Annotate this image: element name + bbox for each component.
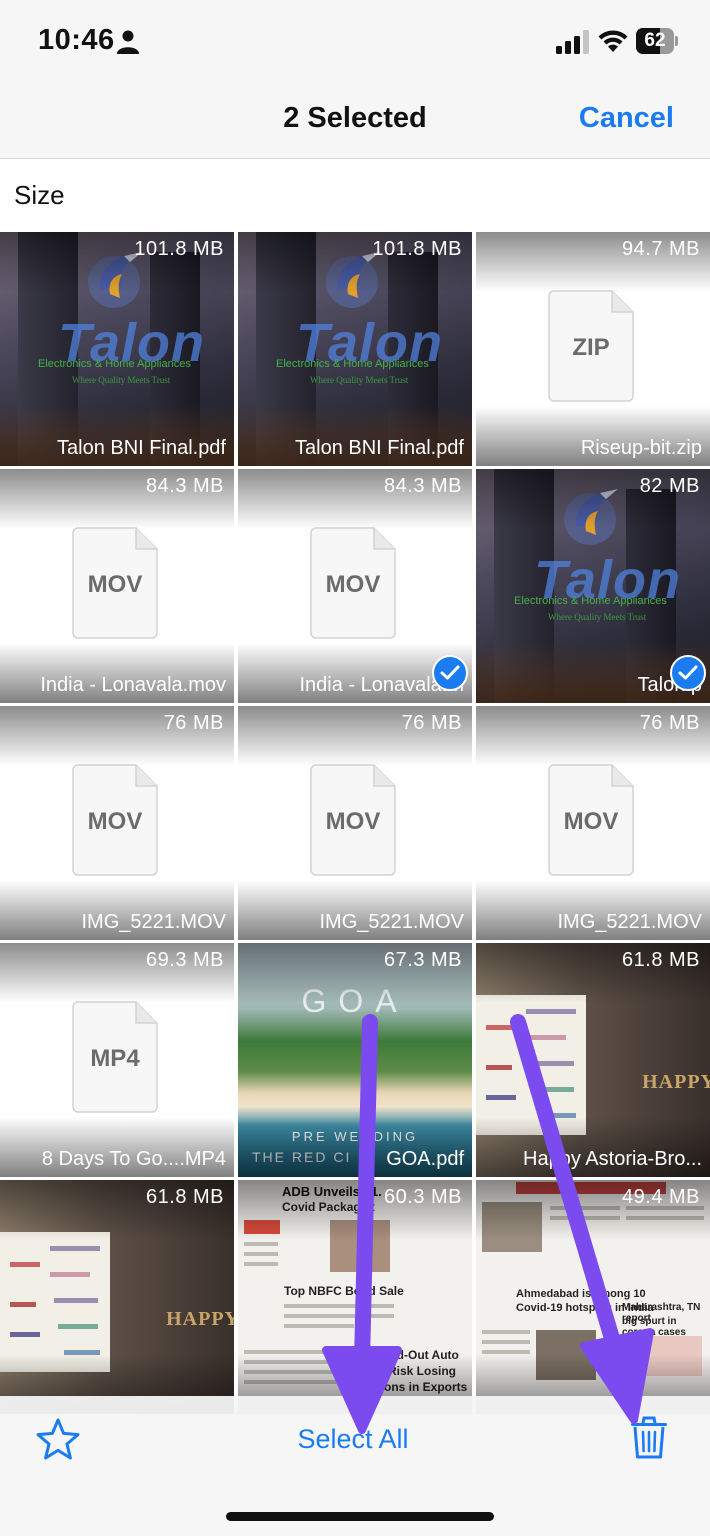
talon-tagline: Electronics & Home Appliances — [38, 358, 191, 370]
file-tile[interactable]: Talon Electronics & Home Appliances Wher… — [0, 232, 234, 466]
file-type-label: MP4 — [90, 1045, 140, 1072]
trash-icon[interactable] — [630, 1416, 668, 1460]
file-name: Talon BNI Final.pdf — [57, 437, 226, 459]
status-bar: 10:46 62 — [0, 0, 710, 82]
talon-motto: Where Quality Meets Trust — [548, 612, 647, 622]
file-grid: Talon Electronics & Home Appliances Wher… — [0, 232, 710, 1414]
file-size: 76 MB — [401, 712, 462, 734]
file-name: IMG_5221.MOV — [557, 911, 702, 933]
person-icon — [117, 30, 139, 54]
file-size: 60.3 MB — [384, 1186, 462, 1208]
file-size: 76 MB — [639, 712, 700, 734]
talon-motto: Where Quality Meets Trust — [72, 375, 171, 385]
file-size: 101.8 MB — [134, 238, 224, 260]
file-type-label: MOV — [325, 808, 381, 835]
selected-checkmark-icon — [670, 655, 706, 691]
file-size: 76 MB — [163, 712, 224, 734]
file-tile[interactable]: Ahmedabad is among 10 Covid-19 hotspots … — [476, 1180, 710, 1414]
battery-indicator: 62 — [636, 28, 678, 54]
select-all-button[interactable]: Select All — [0, 1424, 706, 1455]
news-headline-3: Top NBFC Bond Sale — [284, 1284, 404, 1298]
file-tile[interactable]: MOV 84.3 MB India - Lonavala.mov — [0, 469, 234, 703]
file-size: 61.8 MB — [146, 1186, 224, 1208]
happy-text: HAPPY — [642, 1071, 710, 1093]
file-tile[interactable]: MOV 84.3 MB India - Lonavala.m — [238, 469, 472, 703]
wifi-icon — [598, 30, 628, 52]
file-tile[interactable]: MOV 76 MB IMG_5221.MOV — [0, 706, 234, 940]
news-headline-4: big spurt in corona cases — [622, 1316, 686, 1338]
talon-tagline: Electronics & Home Appliances — [514, 595, 667, 607]
talon-tagline: Electronics & Home Appliances — [276, 358, 429, 370]
file-size: 67.3 MB — [384, 949, 462, 971]
file-type-label: MOV — [563, 808, 619, 835]
file-size: 101.8 MB — [372, 238, 462, 260]
file-size: 61.8 MB — [622, 949, 700, 971]
file-name: India - Lonavala.mov — [40, 674, 226, 696]
file-size: 84.3 MB — [384, 475, 462, 497]
battery-level: 62 — [644, 30, 666, 51]
nav-bar: 2 Selected Cancel — [0, 82, 710, 159]
signal-icon — [556, 30, 589, 54]
file-tile[interactable]: Talon Electronics & Home Appliances Wher… — [238, 232, 472, 466]
file-name: Talon BNI Final.pdf — [295, 437, 464, 459]
file-tile[interactable]: HAPPY 61.8 MB Happy Astoria-Bro... — [476, 943, 710, 1177]
file-tile[interactable]: ADB Unveils $1. Covid Package t Top NBFC… — [238, 1180, 472, 1414]
bottom-toolbar: Select All — [0, 1396, 710, 1536]
file-name: 8 Days To Go....MP4 — [41, 1148, 226, 1170]
file-tile[interactable]: MP4 69.3 MB 8 Days To Go....MP4 — [0, 943, 234, 1177]
file-name: IMG_5221.MOV — [81, 911, 226, 933]
sort-label[interactable]: Size — [14, 180, 65, 211]
file-tile[interactable]: Talon Electronics & Home Appliances Wher… — [476, 469, 710, 703]
file-name: Riseup-bit.zip — [580, 437, 702, 459]
file-name: IMG_5221.MOV — [319, 911, 464, 933]
file-type-label: MOV — [87, 808, 143, 835]
selected-checkmark-icon — [432, 655, 468, 691]
file-tile[interactable]: MOV 76 MB IMG_5221.MOV — [238, 706, 472, 940]
file-size: 94.7 MB — [622, 238, 700, 260]
happy-text: HAPPY — [166, 1308, 234, 1330]
file-type-label: MOV — [325, 571, 381, 598]
file-size: 49.4 MB — [622, 1186, 700, 1208]
file-tile[interactable]: GOA PRE WEDDING THE RED CI 67.3 MB GOA.p… — [238, 943, 472, 1177]
file-type-label: ZIP — [572, 334, 610, 361]
news-headline: Ahmedabad is among 10 — [516, 1288, 646, 1300]
file-size: 84.3 MB — [146, 475, 224, 497]
file-size: 69.3 MB — [146, 949, 224, 971]
file-tile[interactable]: ZIP 94.7 MB Riseup-bit.zip — [476, 232, 710, 466]
cancel-button[interactable]: Cancel — [579, 102, 674, 135]
file-name: Happy Astoria-Bro... — [523, 1148, 702, 1170]
file-size: 82 MB — [639, 475, 700, 497]
home-indicator — [226, 1512, 494, 1521]
status-time: 10:46 — [38, 24, 115, 56]
file-name: GOA.pdf — [386, 1148, 464, 1170]
talon-motto: Where Quality Meets Trust — [310, 375, 409, 385]
file-tile[interactable]: HAPPY 61.8 MB — [0, 1180, 234, 1414]
file-type-label: MOV — [87, 571, 143, 598]
file-tile[interactable]: MOV 76 MB IMG_5221.MOV — [476, 706, 710, 940]
